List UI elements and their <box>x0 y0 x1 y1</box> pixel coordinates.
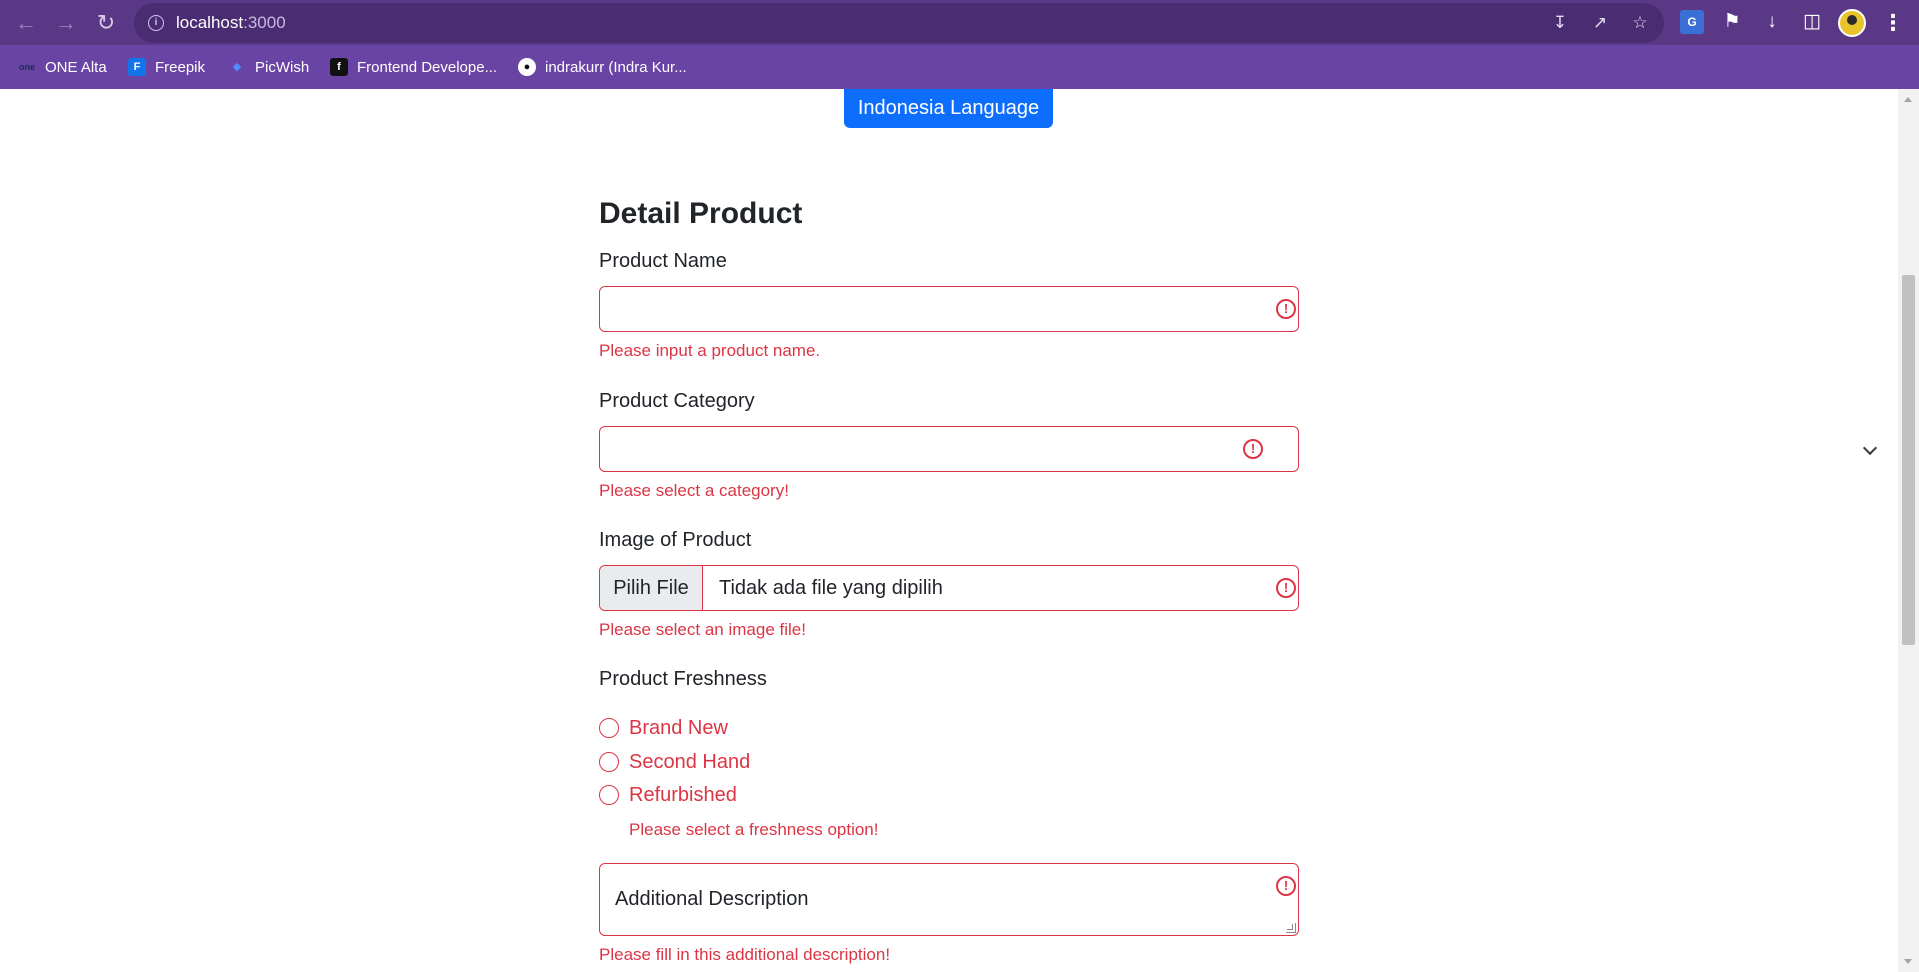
picwish-icon: ◆ <box>232 61 242 73</box>
error-icon: ! <box>1276 299 1296 319</box>
url-port: :3000 <box>243 13 286 32</box>
forward-arrow-icon[interactable]: → <box>51 8 81 38</box>
share-icon[interactable]: ↗ <box>1589 12 1611 34</box>
product-name-label: Product Name <box>599 250 727 272</box>
image-file-input[interactable]: Pilih File Tidak ada file yang dipilih ! <box>599 565 1299 611</box>
error-icon: ! <box>1276 876 1296 896</box>
scrollbar-thumb[interactable] <box>1902 275 1915 645</box>
reload-icon[interactable]: ↻ <box>91 8 121 38</box>
site-info-icon[interactable]: i <box>148 15 164 31</box>
url-host: localhost <box>176 13 244 32</box>
description-placeholder: Additional Description <box>615 888 809 910</box>
github-icon: ● <box>518 58 536 76</box>
radio-brand-new[interactable]: Brand New <box>599 715 728 741</box>
indonesia-language-button[interactable]: Indonesia Language <box>844 89 1053 128</box>
radio-label: Brand New <box>629 716 728 739</box>
image-label: Image of Product <box>599 529 752 551</box>
bookmark-freepik[interactable]: F Freepik <box>128 45 205 89</box>
product-name-error: Please input a product name. <box>599 341 821 360</box>
choose-file-button[interactable]: Pilih File <box>600 566 703 610</box>
extensions-puzzle-icon[interactable]: ⚑ <box>1720 10 1744 34</box>
page-content: Indonesia Language Detail Product Produc… <box>0 89 1898 972</box>
frontend-icon: f <box>330 58 348 76</box>
bookmark-frontend[interactable]: f Frontend Develope... <box>330 45 497 89</box>
radio-button[interactable] <box>599 785 619 805</box>
url-text: localhost:3000 <box>176 3 286 43</box>
chevron-down-icon <box>1862 440 1878 456</box>
downloads-icon[interactable]: ↓ <box>1760 10 1784 34</box>
profile-avatar[interactable] <box>1838 9 1866 37</box>
description-textarea[interactable]: Additional Description ! <box>599 863 1299 936</box>
radio-label: Refurbished <box>629 783 737 806</box>
side-panel-icon[interactable]: ◫ <box>1800 10 1824 34</box>
bookmark-picwish[interactable]: ◆ PicWish <box>228 45 309 89</box>
file-status-text: Tidak ada file yang dipilih <box>719 577 943 599</box>
product-category-select[interactable]: ! <box>599 426 1878 472</box>
freshness-label: Product Freshness <box>599 668 767 690</box>
product-name-input[interactable]: ! <box>599 286 1299 332</box>
bookmark-github[interactable]: ● indrakurr (Indra Kur... <box>518 45 687 89</box>
error-icon: ! <box>1243 439 1263 459</box>
description-error: Please fill in this additional descripti… <box>599 945 891 964</box>
bookmarks-bar: one ONE Alta F Freepik ◆ PicWish f Front… <box>0 45 1919 89</box>
freshness-error: Please select a freshness option! <box>629 820 879 839</box>
scroll-up-arrow-icon[interactable] <box>1904 97 1912 102</box>
radio-button[interactable] <box>599 752 619 772</box>
bookmark-label: Frontend Develope... <box>357 58 498 76</box>
back-arrow-icon[interactable]: ← <box>11 8 41 38</box>
menu-kebab-icon[interactable]: ⋮ <box>1882 8 1904 38</box>
one-alta-icon: one <box>18 62 35 72</box>
freepik-icon: F <box>128 58 146 76</box>
radio-refurbished[interactable]: Refurbished <box>599 782 737 808</box>
image-error: Please select an image file! <box>599 620 806 639</box>
radio-button[interactable] <box>599 718 619 738</box>
install-app-icon[interactable]: ↧ <box>1549 12 1571 34</box>
translate-extension-icon[interactable]: G <box>1680 10 1704 34</box>
radio-label: Second Hand <box>629 750 751 773</box>
bookmark-star-icon[interactable]: ☆ <box>1629 12 1651 34</box>
bookmark-label: ONE Alta <box>45 58 107 76</box>
resize-handle-icon[interactable] <box>1286 923 1296 933</box>
product-category-label: Product Category <box>599 390 755 412</box>
product-category-error: Please select a category! <box>599 481 789 500</box>
page-scrollbar[interactable] <box>1898 89 1919 972</box>
browser-toolbar: ← → ↻ i localhost:3000 ↧ ↗ ☆ G ⚑ ↓ ◫ ⋮ <box>0 0 1919 45</box>
scroll-down-arrow-icon[interactable] <box>1904 959 1912 964</box>
bookmark-one-alta[interactable]: one ONE Alta <box>18 45 107 89</box>
page-title: Detail Product <box>599 197 803 230</box>
error-icon: ! <box>1276 578 1296 598</box>
radio-second-hand[interactable]: Second Hand <box>599 749 750 775</box>
bookmark-label: Freepik <box>155 58 206 76</box>
address-bar[interactable]: i localhost:3000 ↧ ↗ ☆ <box>134 3 1664 43</box>
bookmark-label: PicWish <box>255 58 310 76</box>
bookmark-label: indrakurr (Indra Kur... <box>545 58 687 76</box>
